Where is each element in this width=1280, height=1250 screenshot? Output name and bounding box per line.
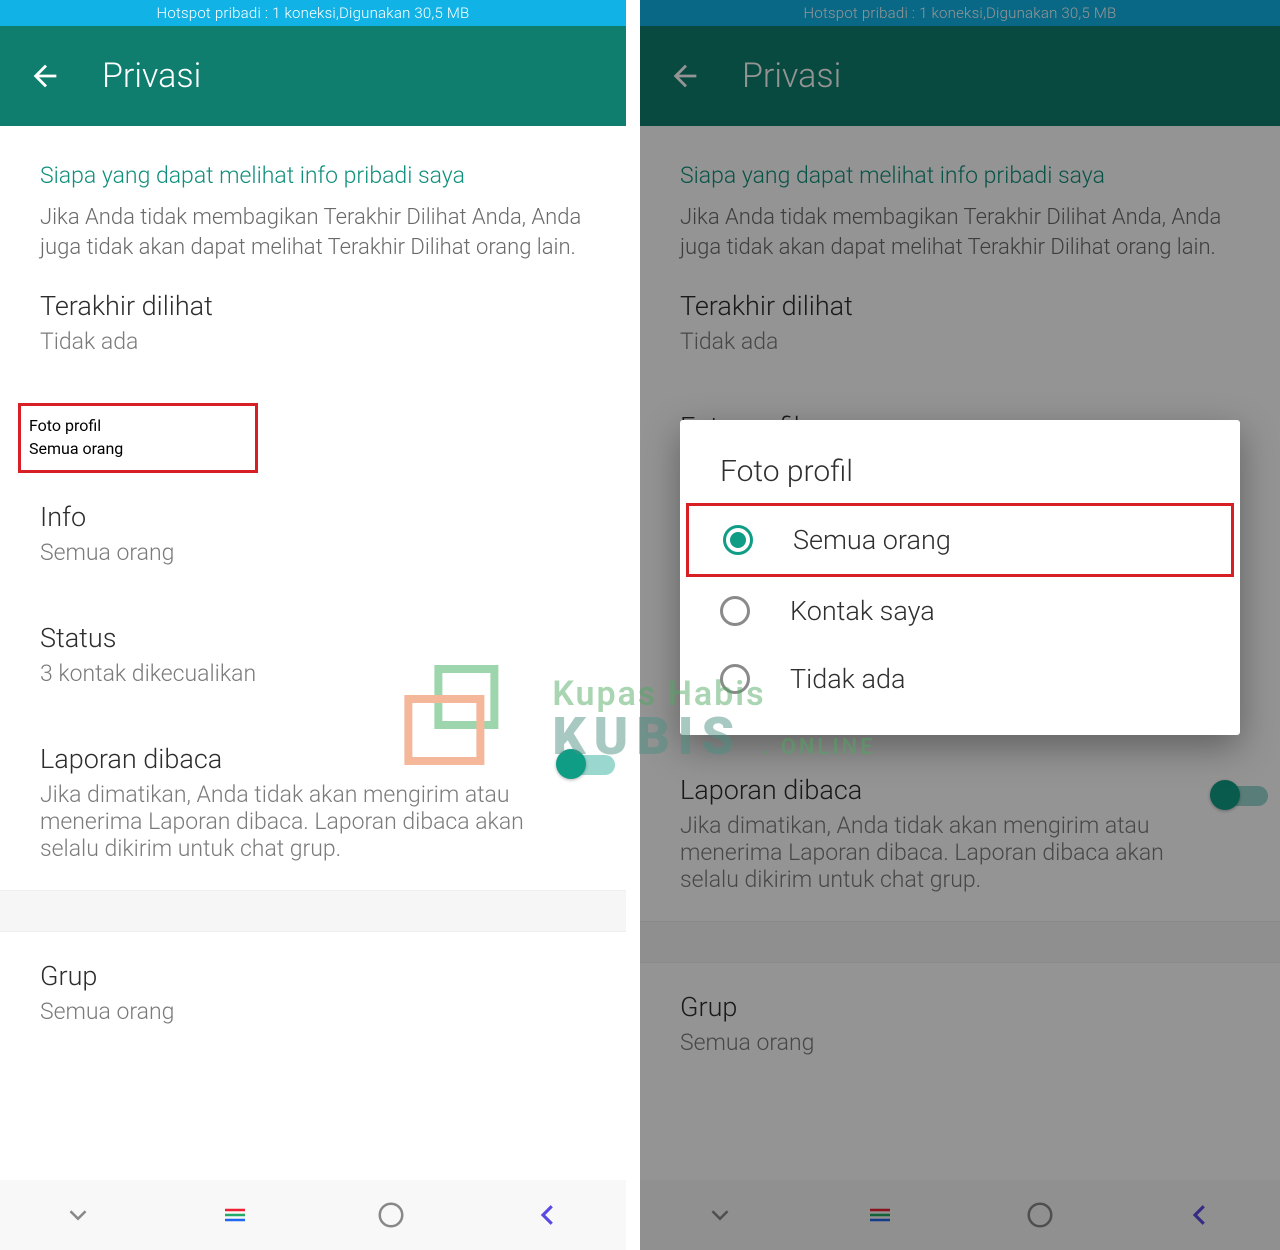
dialog-title: Foto profil: [680, 454, 1240, 503]
nav-home-icon[interactable]: [371, 1195, 411, 1235]
pref-subtitle: Semua orang: [40, 998, 586, 1025]
nav-recent-icon[interactable]: [215, 1195, 255, 1235]
radio-icon: [720, 596, 750, 626]
pref-info[interactable]: Info Semua orang: [40, 473, 586, 594]
option-label: Semua orang: [793, 524, 951, 556]
screen-right: Hotspot pribadi : 1 koneksi,Digunakan 30…: [640, 0, 1280, 1250]
pref-subtitle: Semua orang: [40, 539, 586, 566]
arrow-left-icon: [28, 59, 62, 93]
read-receipts-toggle[interactable]: [563, 749, 586, 779]
pref-subtitle: Tidak ada: [40, 328, 586, 355]
privacy-content: Siapa yang dapat melihat info pribadi sa…: [0, 126, 626, 1180]
profile-photo-dialog: Foto profil Semua orang Kontak saya Tida…: [680, 420, 1240, 735]
nav-down-icon[interactable]: [58, 1195, 98, 1235]
option-contacts[interactable]: Kontak saya: [680, 577, 1240, 645]
pref-title: Foto profil: [29, 416, 247, 435]
pref-title: Info: [40, 501, 586, 533]
pref-profile-photo[interactable]: Foto profil Semua orang: [18, 403, 258, 473]
pref-title: Laporan dibaca: [40, 743, 545, 775]
app-bar: Privasi: [0, 26, 626, 126]
section-description: Jika Anda tidak membagikan Terakhir Dili…: [40, 203, 586, 262]
back-button[interactable]: [28, 59, 62, 93]
screen-left: Hotspot pribadi : 1 koneksi,Digunakan 30…: [0, 0, 640, 1250]
radio-selected-icon: [723, 525, 753, 555]
section-divider: [0, 890, 626, 932]
pref-subtitle: 3 kontak dikecualikan: [40, 660, 586, 687]
pref-title: Grup: [40, 960, 586, 992]
section-header: Siapa yang dapat melihat info pribadi sa…: [40, 162, 586, 189]
option-nobody[interactable]: Tidak ada: [680, 645, 1240, 713]
status-bar: Hotspot pribadi : 1 koneksi,Digunakan 30…: [0, 0, 626, 26]
option-label: Kontak saya: [790, 595, 935, 627]
nav-back-icon[interactable]: [528, 1195, 568, 1235]
option-everyone[interactable]: Semua orang: [686, 503, 1234, 577]
pref-subtitle: Semua orang: [29, 439, 247, 458]
pref-last-seen[interactable]: Terakhir dilihat Tidak ada: [40, 262, 586, 383]
pref-title: Terakhir dilihat: [40, 290, 586, 322]
pref-status[interactable]: Status 3 kontak dikecualikan: [40, 594, 586, 715]
appbar-title: Privasi: [102, 56, 201, 96]
option-label: Tidak ada: [790, 663, 905, 695]
pref-read-receipts[interactable]: Laporan dibaca Jika dimatikan, Anda tida…: [40, 715, 586, 890]
pref-subtitle: Jika dimatikan, Anda tidak akan mengirim…: [40, 781, 545, 862]
status-bar-text: Hotspot pribadi : 1 koneksi,Digunakan 30…: [157, 4, 470, 22]
radio-icon: [720, 664, 750, 694]
pref-group[interactable]: Grup Semua orang: [40, 932, 586, 1053]
system-navbar: [0, 1180, 626, 1250]
pref-title: Status: [40, 622, 586, 654]
